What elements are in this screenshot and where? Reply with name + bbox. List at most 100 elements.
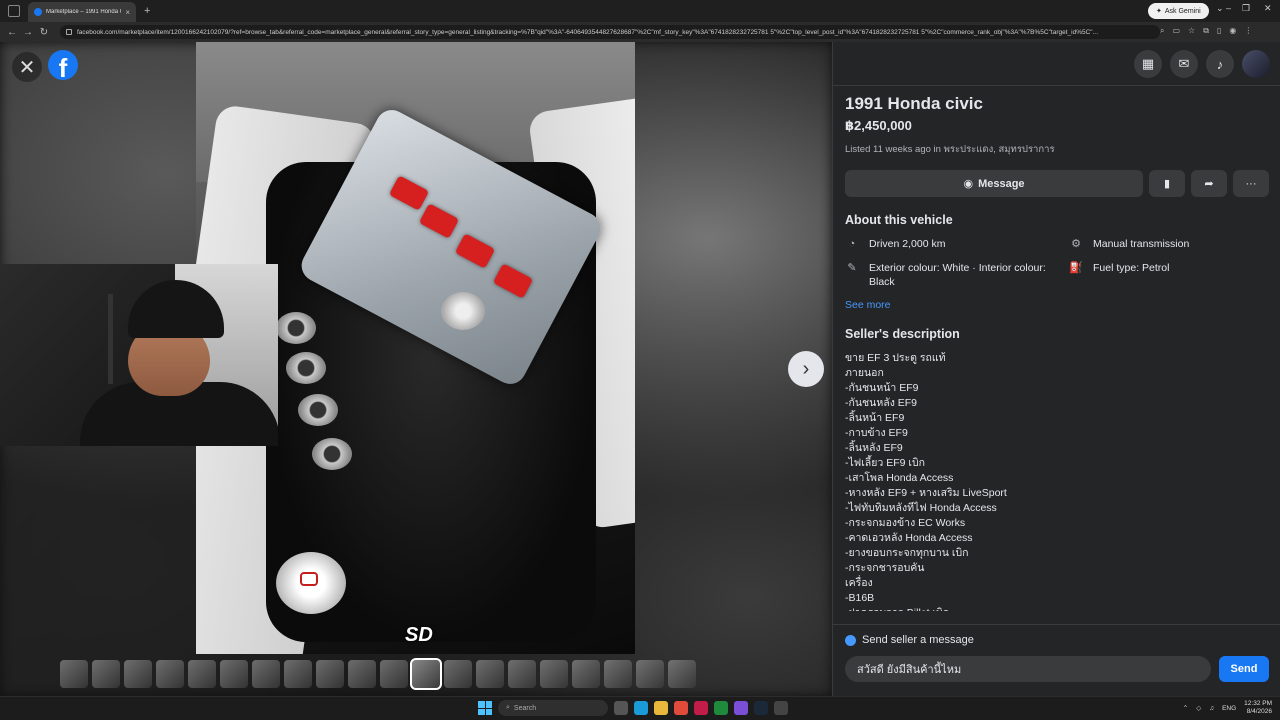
webcam-overlay [0, 264, 278, 446]
spec-fuel: ⛽ Fuel type: Petrol [1069, 261, 1269, 289]
close-viewer-button[interactable]: ✕ [12, 52, 42, 82]
photo-thumbnail[interactable] [284, 660, 312, 688]
send-button[interactable]: Send [1219, 656, 1269, 682]
steam-icon[interactable] [754, 701, 768, 715]
back-icon[interactable]: ← [4, 27, 20, 38]
messenger-icon[interactable]: ✉ [1170, 50, 1198, 78]
message-button-label: Message [978, 177, 1025, 190]
description-line: -ฝาครอบวาว Billet เบิก [845, 606, 1269, 611]
photo-thumbnail[interactable] [410, 658, 442, 690]
windows-taskbar: ⌕ Search ⌃ ◇ ♫ ENG 12:32 PM 8/4/2026 [0, 696, 1280, 720]
photo-thumbnail[interactable] [476, 660, 504, 688]
forward-icon[interactable]: → [20, 27, 36, 38]
photo-thumbnail[interactable] [572, 660, 600, 688]
new-tab-button[interactable]: + [144, 5, 150, 17]
chrome-icon[interactable] [674, 701, 688, 715]
photo-thumbnail[interactable] [380, 660, 408, 688]
zoom-icon[interactable]: ⌕ [1160, 26, 1164, 36]
language-indicator[interactable]: ENG [1222, 705, 1236, 712]
taskbar-search-placeholder: Search [513, 704, 537, 712]
photo-thumbnail[interactable] [604, 660, 632, 688]
facebook-logo-icon[interactable]: f [48, 50, 78, 80]
window-close-button[interactable]: ✕ [1264, 3, 1272, 14]
clock[interactable]: 12:32 PM 8/4/2026 [1244, 700, 1272, 716]
photo-thumbnail[interactable] [188, 660, 216, 688]
browser-tab[interactable]: Marketplace – 1991 Honda Civic × [28, 2, 136, 22]
photo-thumbnail[interactable] [60, 660, 88, 688]
spec-colour: ✎ Exterior colour: White · Interior colo… [845, 261, 1069, 289]
window-dropdown-icon[interactable]: ⌄ [1216, 3, 1224, 14]
profile-icon[interactable]: ◉ [1229, 26, 1236, 36]
system-tray: ⌃ ◇ ♫ ENG 12:32 PM 8/4/2026 [1183, 700, 1272, 716]
cast-icon[interactable]: ▭ [1172, 26, 1180, 36]
photo-thumbnail[interactable] [540, 660, 568, 688]
photo-intake [298, 394, 338, 426]
tab-close-icon[interactable]: × [125, 8, 130, 17]
extensions-icon[interactable]: ⧉ [1203, 26, 1209, 36]
description-line: -หางหลัง EF9 + หางเสริม LiveSport [845, 487, 1007, 499]
description-line: ภายนอก [845, 367, 884, 379]
webcam-mic [108, 294, 113, 384]
url-text: facebook.com/marketplace/item/1200166242… [77, 28, 1099, 36]
listing-price: ฿2,450,000 [845, 118, 912, 133]
photo-oil-cap [441, 292, 485, 330]
minimize-button[interactable]: – [1226, 3, 1231, 13]
reload-icon[interactable]: ↻ [36, 27, 52, 38]
photo-intake [286, 352, 326, 384]
network-icon[interactable]: ◇ [1196, 704, 1201, 712]
task-view-icon[interactable] [614, 701, 628, 715]
description-line: -กันชนหลัง EF9 [845, 397, 917, 409]
photo-thumbnail[interactable] [124, 660, 152, 688]
paint-icon: ✎ [847, 262, 857, 274]
photo-thumbnail[interactable] [156, 660, 184, 688]
more-options-button[interactable]: ··· [1233, 170, 1269, 197]
taskbar-search[interactable]: ⌕ Search [498, 700, 608, 716]
description-line: -ไฟทับทิมหลังทีไฟ Honda Access [845, 502, 997, 514]
tab-search-icon[interactable] [8, 5, 20, 17]
tray-chevron-icon[interactable]: ⌃ [1183, 704, 1188, 712]
header-icons: ▦ ✉ ♪ [1134, 50, 1270, 78]
site-info-icon[interactable] [66, 29, 72, 35]
maximize-button[interactable]: ❐ [1242, 3, 1250, 14]
description-line: -กระจกมองข้าง EC Works [845, 517, 966, 529]
sidebar-icon[interactable]: ▯ [1217, 26, 1221, 36]
facebook-favicon-icon [34, 8, 42, 16]
volume-icon[interactable]: ♫ [1209, 705, 1214, 712]
photo-thumbnail[interactable] [508, 660, 536, 688]
ask-gemini-button[interactable]: ✦ Ask Gemini [1148, 3, 1209, 19]
save-button[interactable]: ▮ [1149, 170, 1185, 197]
photo-thumbnail[interactable] [636, 660, 664, 688]
file-explorer-icon[interactable] [654, 701, 668, 715]
app-icon[interactable] [774, 701, 788, 715]
spec-transmission: ⚙ Manual transmission [1069, 237, 1269, 251]
description-line: เครื่อง [845, 577, 873, 589]
next-photo-button[interactable]: › [788, 351, 824, 387]
url-field[interactable]: facebook.com/marketplace/item/1200166242… [60, 25, 1160, 39]
message-button[interactable]: ◉ Message [845, 170, 1143, 197]
photo-thumbnail[interactable] [252, 660, 280, 688]
photo-thumbnail[interactable] [92, 660, 120, 688]
menu-grid-icon[interactable]: ▦ [1134, 50, 1162, 78]
account-avatar[interactable] [1242, 50, 1270, 78]
edge-icon[interactable] [634, 701, 648, 715]
seller-description: ขาย EF 3 ประตู รถแท้ ภายนอก -กันชนหน้า EF9… [845, 351, 1269, 611]
obs-icon[interactable] [734, 701, 748, 715]
menu-icon[interactable]: ⋮ [1244, 26, 1252, 36]
see-more-link[interactable]: See more [845, 299, 1269, 311]
share-button[interactable]: ➦ [1191, 170, 1227, 197]
bookmark-icon: ▮ [1163, 178, 1171, 190]
adobe-icon[interactable] [694, 701, 708, 715]
start-windows-icon[interactable] [478, 701, 492, 715]
notifications-bell-icon[interactable]: ♪ [1206, 50, 1234, 78]
photo-thumbnail[interactable] [316, 660, 344, 688]
send-message-box: Send seller a message Send [833, 624, 1280, 696]
spec-text: Driven 2,000 km [869, 238, 946, 250]
photo-thumbnail[interactable] [668, 660, 696, 688]
browser-toolbar-icons: ⌕ ▭ ☆ ⧉ ▯ ◉ ⋮ [1160, 26, 1252, 36]
photo-thumbnail[interactable] [444, 660, 472, 688]
message-input[interactable] [845, 656, 1211, 682]
photo-thumbnail[interactable] [220, 660, 248, 688]
photo-thumbnail[interactable] [348, 660, 376, 688]
bookmark-star-icon[interactable]: ☆ [1188, 26, 1195, 36]
xbox-icon[interactable] [714, 701, 728, 715]
